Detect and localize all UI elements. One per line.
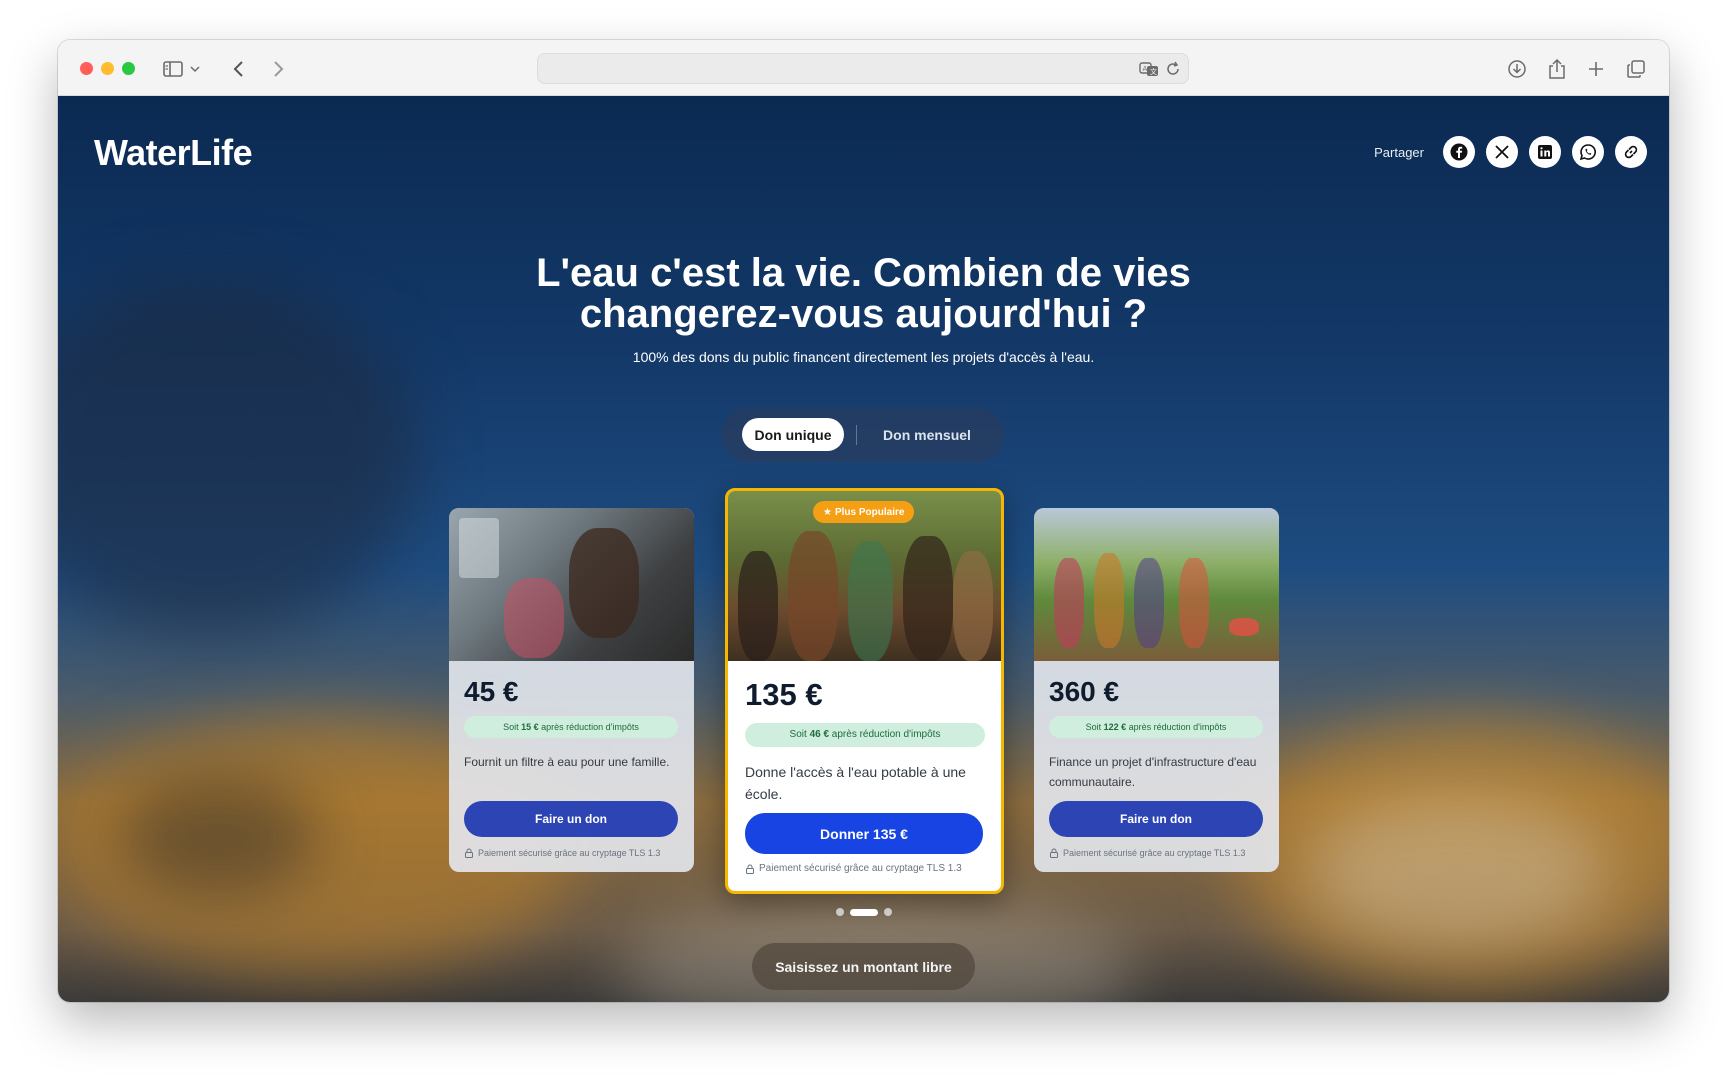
card-description: Donne l'accès à l'eau potable à une écol… xyxy=(745,764,966,802)
secure-payment-note: Paiement sécurisé grâce au cryptage TLS … xyxy=(464,848,660,858)
secure-payment-text: Paiement sécurisé grâce au cryptage TLS … xyxy=(1063,848,1246,858)
secure-payment-note: Paiement sécurisé grâce au cryptage TLS … xyxy=(1049,848,1245,858)
whatsapp-icon[interactable] xyxy=(1572,136,1604,168)
share-page-icon[interactable] xyxy=(1544,56,1570,82)
tax-reduction-badge: Soit 46 € après réduction d'impôts xyxy=(745,723,985,747)
page-content: WaterLife Partager L'eau c'est la vie. C… xyxy=(58,96,1669,1002)
donate-button-135[interactable]: Donner 135 € xyxy=(745,813,983,854)
link-icon[interactable] xyxy=(1615,136,1647,168)
browser-window: A文 WaterLife Partager L'eau c'est la vie… xyxy=(58,40,1669,1002)
hero-headline-line2: changerez-vous aujourd'hui ? xyxy=(579,292,1148,336)
facebook-icon[interactable] xyxy=(1443,136,1475,168)
donation-frequency-toggle: Don unique Don mensuel xyxy=(722,408,1004,462)
background-blur-roof xyxy=(118,776,318,896)
card-description: Fournit un filtre à eau pour une famille… xyxy=(464,755,670,769)
carousel-dot[interactable] xyxy=(836,908,844,916)
donation-card-360[interactable]: 360 € Soit 122 € après réduction d'impôt… xyxy=(1034,508,1279,872)
close-window-button[interactable] xyxy=(80,62,93,75)
donation-card-45[interactable]: 45 € Soit 15 € après réduction d'impôts … xyxy=(449,508,694,872)
lock-icon xyxy=(746,864,754,874)
site-logo[interactable]: WaterLife xyxy=(94,132,253,174)
card-photo-field xyxy=(1034,508,1279,661)
secure-payment-text: Paiement sécurisé grâce au cryptage TLS … xyxy=(478,848,661,858)
carousel-dots xyxy=(836,908,892,916)
tax-reduction-badge: Soit 15 € après réduction d'impôts xyxy=(464,716,678,738)
svg-text:文: 文 xyxy=(1150,67,1157,76)
hero-headline: L'eau c'est la vie. Combien de vies chan… xyxy=(58,253,1669,335)
reload-icon[interactable] xyxy=(1160,56,1186,82)
card-price: 360 € xyxy=(1049,676,1120,707)
tax-suffix: après réduction d'impôts xyxy=(538,722,639,732)
background-blur-wall xyxy=(1308,796,1608,946)
tax-suffix: après réduction d'impôts xyxy=(1126,722,1227,732)
popular-badge: ★ Plus Populaire xyxy=(813,501,915,523)
secure-payment-text: Paiement sécurisé grâce au cryptage TLS … xyxy=(759,863,962,874)
secure-payment-note: Paiement sécurisé grâce au cryptage TLS … xyxy=(745,863,962,874)
forward-icon[interactable] xyxy=(265,56,291,82)
tabs-overview-icon[interactable] xyxy=(1623,56,1649,82)
tax-reduction-badge: Soit 122 € après réduction d'impôts xyxy=(1049,716,1263,738)
share-label: Partager xyxy=(1374,144,1424,160)
new-tab-icon[interactable] xyxy=(1583,56,1609,82)
donate-button-360[interactable]: Faire un don xyxy=(1049,801,1263,837)
tax-amount: 46 € xyxy=(809,729,830,740)
sidebar-toggle-icon[interactable] xyxy=(160,56,186,82)
card-price: 45 € xyxy=(464,676,519,707)
chevron-down-icon[interactable] xyxy=(188,56,202,82)
x-icon[interactable] xyxy=(1486,136,1518,168)
popular-badge-label: Plus Populaire xyxy=(834,506,905,518)
toggle-divider xyxy=(856,425,857,445)
svg-text:A: A xyxy=(1143,65,1148,73)
star-icon: ★ xyxy=(823,506,832,518)
tax-prefix: Soit xyxy=(1085,722,1104,732)
card-price: 135 € xyxy=(745,677,823,712)
share-bar: Partager xyxy=(1374,136,1647,168)
download-icon[interactable] xyxy=(1504,56,1530,82)
card-photo-kitchen xyxy=(449,508,694,661)
browser-toolbar: A文 xyxy=(58,40,1669,96)
free-amount-button[interactable]: Saisissez un montant libre xyxy=(752,943,975,990)
tax-prefix: Soit xyxy=(503,722,522,732)
carousel-dot[interactable] xyxy=(884,908,892,916)
lock-icon xyxy=(465,848,473,858)
hero-headline-line1: L'eau c'est la vie. Combien de vies xyxy=(536,251,1191,295)
address-bar[interactable]: A文 xyxy=(537,53,1189,84)
minimize-window-button[interactable] xyxy=(101,62,114,75)
tab-don-mensuel[interactable]: Don mensuel xyxy=(870,418,984,451)
tax-suffix: après réduction d'impôts xyxy=(829,729,941,740)
tab-don-unique[interactable]: Don unique xyxy=(742,418,844,451)
donate-button-45[interactable]: Faire un don xyxy=(464,801,678,837)
maximize-window-button[interactable] xyxy=(122,62,135,75)
hero-subheadline: 100% des dons du public financent direct… xyxy=(632,349,1095,365)
lock-icon xyxy=(1050,848,1058,858)
translate-icon[interactable]: A文 xyxy=(1136,56,1162,82)
tax-prefix: Soit xyxy=(789,729,810,740)
carousel-dot-active[interactable] xyxy=(850,908,878,916)
tax-amount: 122 € xyxy=(1103,722,1127,732)
donation-card-135[interactable]: ★ Plus Populaire 135 € Soit 46 € après r… xyxy=(725,488,1004,894)
tax-amount: 15 € xyxy=(521,722,539,732)
linkedin-icon[interactable] xyxy=(1529,136,1561,168)
back-icon[interactable] xyxy=(226,56,252,82)
card-description: Finance un projet d'infrastructure d'eau… xyxy=(1049,755,1257,789)
